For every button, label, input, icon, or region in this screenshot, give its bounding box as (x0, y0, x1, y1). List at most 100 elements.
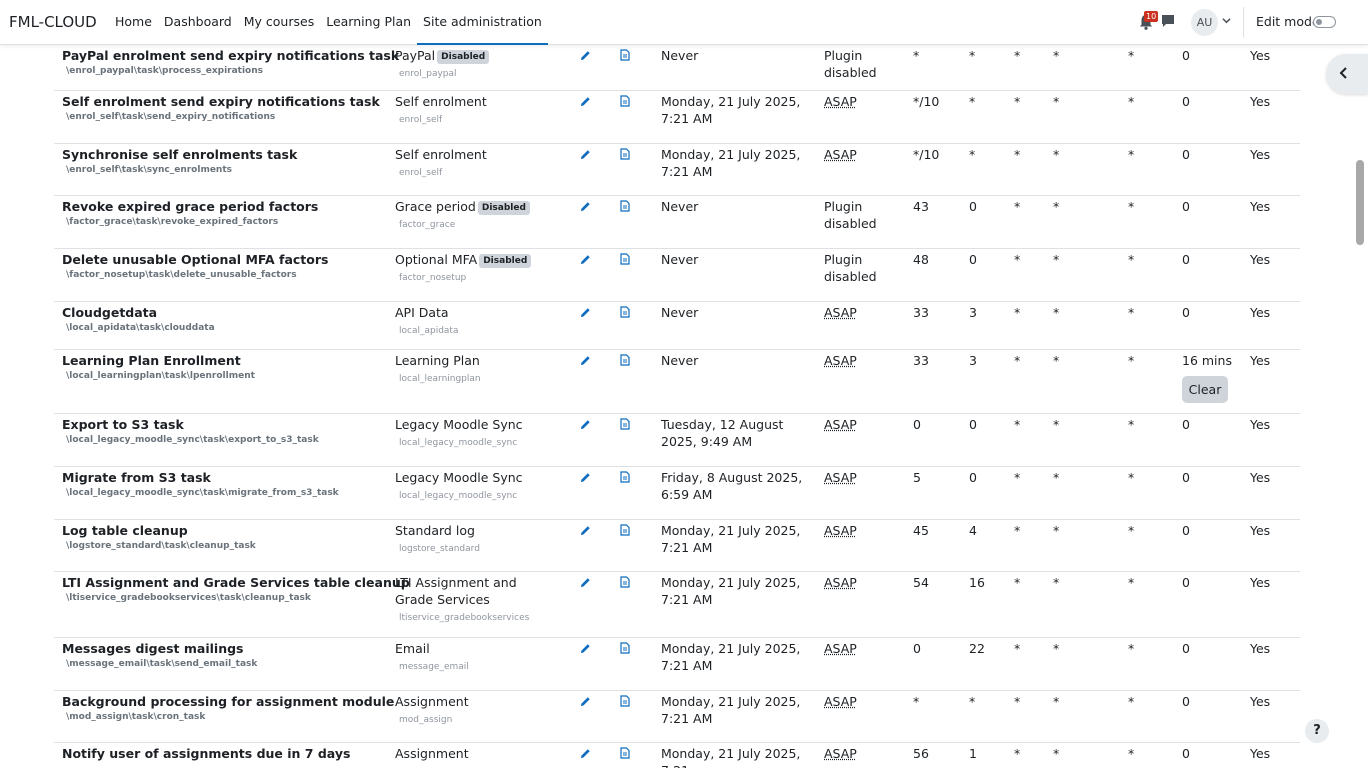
is-default: Yes (1250, 575, 1271, 590)
nav-my-courses[interactable]: My courses (238, 0, 320, 45)
task-classname: \logstore_standard\task\cleanup_task (66, 541, 256, 551)
edit-pencil-icon[interactable] (580, 696, 591, 707)
is-default: Yes (1250, 641, 1271, 656)
cron-hour: 22 (969, 641, 985, 656)
edit-pencil-icon[interactable] (580, 419, 591, 430)
edit-pencil-icon[interactable] (580, 96, 591, 107)
edit-pencil-icon[interactable] (580, 254, 591, 265)
is-default: Yes (1250, 470, 1271, 485)
view-logs-icon[interactable] (620, 471, 630, 483)
cron-hour: 16 (969, 575, 985, 590)
cron-month: * (1053, 523, 1060, 538)
cron-minute: 33 (913, 305, 929, 320)
view-logs-icon[interactable] (620, 95, 630, 107)
next-run: ASAP (824, 417, 857, 432)
view-logs-icon[interactable] (620, 306, 630, 318)
view-logs-icon[interactable] (620, 253, 630, 265)
help-button[interactable]: ? (1305, 719, 1329, 743)
task-classname: \local_legacy_moodle_sync\task\migrate_f… (66, 488, 339, 498)
page-scrollbar[interactable] (1356, 160, 1364, 245)
task-classname: \enrol_self\task\sync_enrolments (66, 165, 232, 175)
user-avatar[interactable]: AU (1191, 9, 1218, 36)
view-logs-icon[interactable] (620, 695, 630, 707)
cron-month: * (1053, 575, 1060, 590)
task-classname: \local_apidata\task\clouddata (66, 323, 215, 333)
component-name: Assignment (395, 745, 469, 762)
cron-day: * (1014, 694, 1021, 709)
view-logs-icon[interactable] (620, 418, 630, 430)
cron-hour: 0 (969, 417, 977, 432)
cron-day-of-week: * (1128, 641, 1135, 656)
edit-pencil-icon[interactable] (580, 472, 591, 483)
view-logs-icon[interactable] (620, 148, 630, 160)
fail-delay: 0 (1182, 523, 1190, 538)
fail-delay: 0 (1182, 305, 1190, 320)
nav-dashboard[interactable]: Dashboard (158, 0, 238, 45)
table-row: Log table cleanup \logstore_standard\task… (54, 520, 1300, 572)
is-default: Yes (1250, 746, 1271, 761)
component-id: local_legacy_moodle_sync (399, 438, 518, 448)
block-drawer-toggle[interactable] (1326, 54, 1368, 94)
edit-pencil-icon[interactable] (580, 149, 591, 160)
component-name: Legacy Moodle Sync (395, 469, 523, 486)
cron-minute: 54 (913, 575, 929, 590)
is-default: Yes (1250, 147, 1271, 162)
messages-icon[interactable] (1161, 14, 1175, 28)
cron-day: * (1014, 199, 1021, 214)
fail-delay: 0 (1182, 746, 1190, 761)
top-navbar: FML-CLOUD Home Dashboard My courses Lear… (0, 0, 1368, 45)
cron-day: * (1014, 417, 1021, 432)
cron-day: * (1014, 252, 1021, 267)
navbar-divider (1243, 7, 1244, 38)
disabled-badge: Disabled (477, 201, 530, 215)
cron-hour: 0 (969, 199, 977, 214)
component-name: Self enrolment (395, 146, 487, 163)
edit-pencil-icon[interactable] (580, 643, 591, 654)
cron-day-of-week: * (1128, 48, 1135, 63)
edit-mode-toggle[interactable] (1313, 16, 1336, 28)
task-name: Self enrolment send expiry notifications… (62, 94, 380, 109)
cron-minute: * (913, 48, 920, 63)
edit-pencil-icon[interactable] (580, 307, 591, 318)
next-run: ASAP (824, 523, 857, 538)
cron-day: * (1014, 48, 1021, 63)
cron-minute: 0 (913, 417, 921, 432)
view-logs-icon[interactable] (620, 200, 630, 212)
cron-day: * (1014, 94, 1021, 109)
is-default: Yes (1250, 694, 1271, 709)
edit-pencil-icon[interactable] (580, 577, 591, 588)
nav-learning-plan[interactable]: Learning Plan (320, 0, 417, 45)
notification-count-badge: 10 (1144, 11, 1159, 22)
cron-minute: 45 (913, 523, 929, 538)
view-logs-icon[interactable] (620, 49, 630, 61)
nav-home[interactable]: Home (109, 0, 158, 45)
is-default: Yes (1250, 305, 1271, 320)
site-brand[interactable]: FML-CLOUD (9, 13, 97, 31)
table-row: Background processing for assignment mod… (54, 691, 1300, 743)
component-id: factor_grace (399, 220, 456, 230)
view-logs-icon[interactable] (620, 642, 630, 654)
edit-pencil-icon[interactable] (580, 525, 591, 536)
is-default: Yes (1250, 199, 1271, 214)
edit-pencil-icon[interactable] (580, 50, 591, 61)
last-run: Never (661, 353, 699, 368)
component-label: Optional MFA (395, 252, 478, 267)
cron-day: * (1014, 575, 1021, 590)
cron-hour: 4 (969, 523, 977, 538)
edit-pencil-icon[interactable] (580, 748, 591, 759)
fail-delay: 0 (1182, 694, 1190, 709)
view-logs-icon[interactable] (620, 747, 630, 759)
chevron-down-icon[interactable] (1222, 16, 1231, 25)
fail-delay: 0 (1182, 417, 1190, 432)
cron-hour: 3 (969, 305, 977, 320)
edit-pencil-icon[interactable] (580, 201, 591, 212)
view-logs-icon[interactable] (620, 524, 630, 536)
edit-pencil-icon[interactable] (580, 355, 591, 366)
cron-day: * (1014, 746, 1021, 761)
nav-site-administration[interactable]: Site administration (417, 0, 548, 45)
view-logs-icon[interactable] (620, 354, 630, 366)
view-logs-icon[interactable] (620, 576, 630, 588)
cron-hour: * (969, 694, 976, 709)
clear-fail-delay-button[interactable]: Clear (1182, 376, 1228, 403)
cron-hour: 3 (969, 353, 977, 368)
